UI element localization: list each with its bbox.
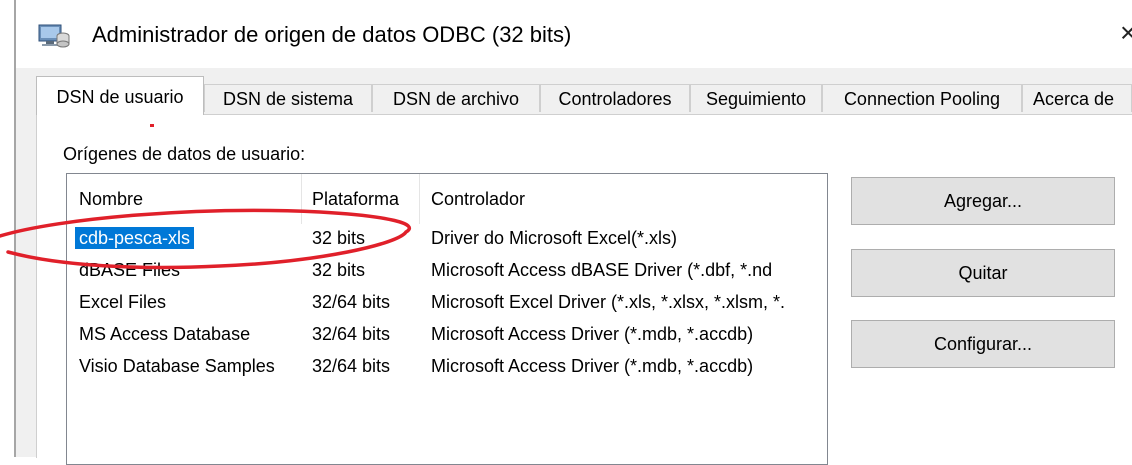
remove-button[interactable]: Quitar [851, 249, 1115, 297]
add-button[interactable]: Agregar... [851, 177, 1115, 225]
annotation-mark [150, 124, 154, 127]
row-controlador: Microsoft Access dBASE Driver (*.dbf, *.… [431, 260, 773, 280]
title-bar[interactable]: Administrador de origen de datos ODBC (3… [16, 0, 1132, 68]
configure-button[interactable]: Configurar... [851, 320, 1115, 368]
column-header-controlador[interactable]: Controlador [431, 188, 525, 210]
row-plataforma: 32/64 bits [312, 356, 391, 376]
row-controlador: Driver do Microsoft Excel(*.xls) [431, 228, 678, 248]
column-header-plataforma[interactable]: Plataforma [312, 188, 399, 210]
tab-seguimiento[interactable]: Seguimiento [690, 84, 822, 112]
tab-strip: DSN de usuario DSN de sistema DSN de arc… [36, 76, 1132, 115]
row-plataforma: 32 bits [312, 228, 366, 248]
table-row[interactable]: cdb-pesca-xls 32 bits Driver do Microsof… [67, 222, 827, 254]
tab-dsn-usuario[interactable]: DSN de usuario [36, 76, 204, 115]
row-plataforma: 32/64 bits [312, 292, 391, 312]
row-plataforma: 32 bits [312, 260, 366, 280]
row-controlador: Microsoft Access Driver (*.mdb, *.accdb) [431, 356, 754, 376]
row-nombre: MS Access Database [79, 324, 251, 344]
row-controlador: Microsoft Excel Driver (*.xls, *.xlsx, *… [431, 292, 786, 312]
tab-controladores[interactable]: Controladores [540, 84, 690, 112]
column-divider[interactable] [301, 174, 302, 224]
row-plataforma: 32/64 bits [312, 324, 391, 344]
row-nombre: Excel Files [79, 292, 167, 312]
window-title: Administrador de origen de datos ODBC (3… [92, 22, 572, 47]
table-row[interactable]: Visio Database Samples 32/64 bits Micros… [67, 350, 827, 382]
table-row[interactable]: dBASE Files 32 bits Microsoft Access dBA… [67, 254, 827, 286]
row-controlador: Microsoft Access Driver (*.mdb, *.accdb) [431, 324, 754, 344]
datasource-list[interactable]: Nombre Plataforma Controlador cdb-pesca-… [66, 173, 828, 465]
tab-connection-pooling[interactable]: Connection Pooling [822, 84, 1022, 112]
table-row[interactable]: MS Access Database 32/64 bits Microsoft … [67, 318, 827, 350]
row-nombre: dBASE Files [79, 260, 181, 280]
odbc-app-icon [38, 22, 70, 48]
column-divider[interactable] [419, 174, 420, 224]
dialog-body: DSN de usuario DSN de sistema DSN de arc… [16, 68, 1132, 465]
table-row[interactable]: Excel Files 32/64 bits Microsoft Excel D… [67, 286, 827, 318]
row-nombre: Visio Database Samples [79, 356, 275, 376]
user-datasources-label: Orígenes de datos de usuario: [63, 144, 306, 164]
tab-acerca-de[interactable]: Acerca de [1022, 84, 1132, 112]
row-nombre: cdb-pesca-xls [75, 227, 195, 249]
close-icon[interactable]: × [1120, 18, 1132, 50]
tab-dsn-sistema[interactable]: DSN de sistema [204, 84, 372, 112]
column-header-nombre[interactable]: Nombre [79, 188, 143, 210]
tab-dsn-archivo[interactable]: DSN de archivo [372, 84, 540, 112]
tab-panel-dsn-usuario: Orígenes de datos de usuario: Nombre Pla… [36, 114, 1132, 465]
